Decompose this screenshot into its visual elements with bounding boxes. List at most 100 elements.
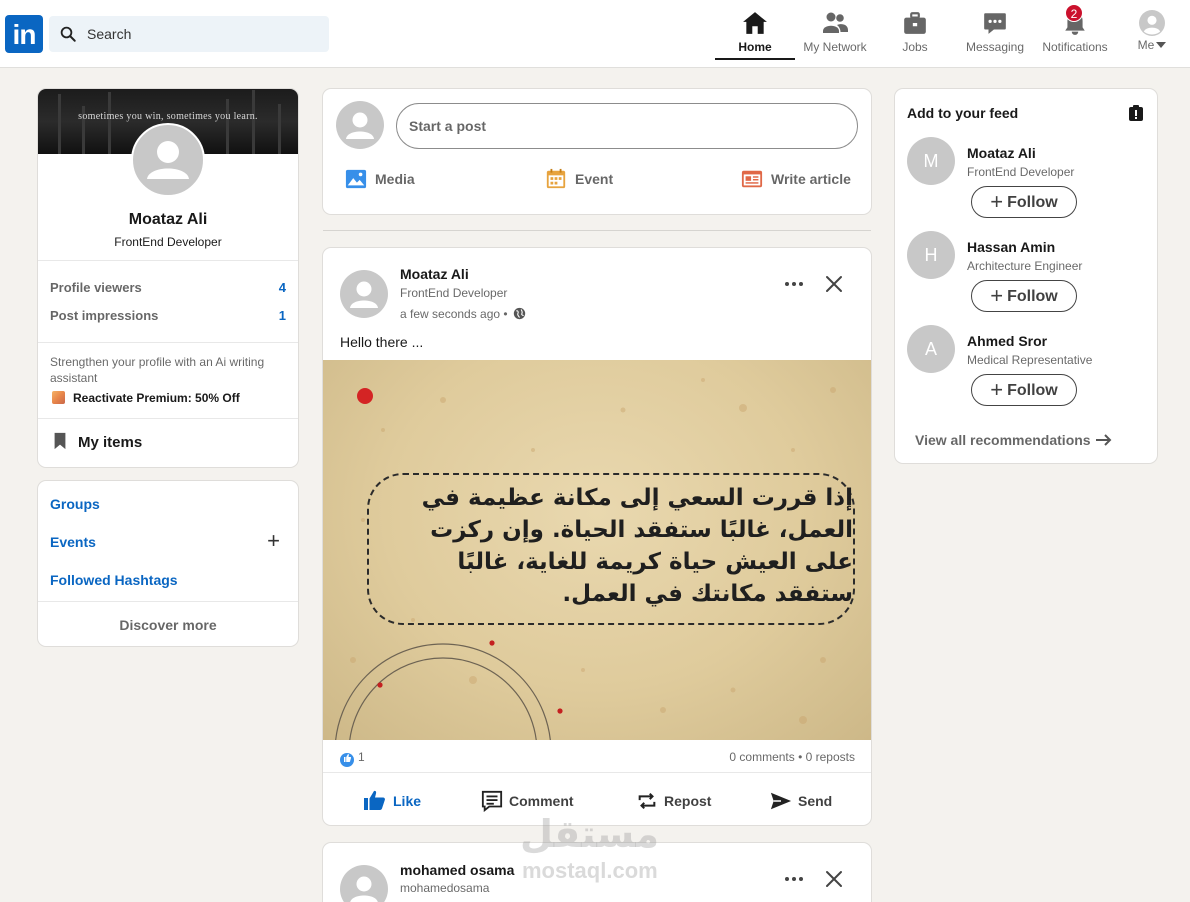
send-button[interactable]: Send [770,788,832,814]
watermark-latin: mostaql.com [522,858,658,883]
discover-more-button[interactable]: Discover more [38,617,298,633]
media-label: Media [375,171,415,187]
recommendation-name[interactable]: Hassan Amin [967,239,1055,255]
divider [38,260,298,261]
comment-button[interactable]: Comment [481,788,574,814]
search-box[interactable] [49,16,329,52]
like-button[interactable]: Like [363,788,421,814]
event-label: Event [575,171,614,187]
recommendation-avatar[interactable]: H [907,231,955,279]
notifications-badge: 2 [1065,4,1083,22]
image-icon [345,169,367,189]
nav-home-label: Home [738,40,772,54]
post-author-avatar[interactable] [340,270,388,318]
nav-jobs[interactable]: Jobs [875,10,955,60]
more-options-button[interactable] [778,863,810,895]
premium-icon [52,391,65,404]
nav-messaging-label: Messaging [965,40,1025,54]
plus-icon: + [990,377,1004,402]
composer-avatar[interactable] [336,101,384,149]
groups-card: Groups Events + Followed Hashtags Discov… [38,481,298,646]
my-items-link[interactable]: My items [52,432,142,451]
linkedin-logo[interactable]: in [5,15,43,53]
dismiss-post-button[interactable] [818,863,850,895]
follow-button[interactable]: + Follow [971,280,1077,312]
nav-my-network-label: My Network [803,40,867,54]
send-label: Send [798,793,833,809]
post-author-avatar[interactable] [340,865,388,902]
divider [38,342,298,343]
nav-my-network[interactable]: My Network [795,10,875,60]
repost-button[interactable]: Repost [636,788,711,814]
profile-name[interactable]: Moataz Ali [38,211,298,229]
post-author-title: mohamedosama [400,881,490,895]
stat-value: 4 [278,280,286,295]
post-author-title: FrontEnd Developer [400,286,508,300]
person-icon [346,112,374,139]
start-post-input[interactable]: Start a post [396,103,858,149]
feed-divider [323,230,871,231]
recommendation-name[interactable]: Ahmed Sror [967,333,1047,349]
recommendation-name[interactable]: Moataz Ali [967,145,1036,161]
profile-card: sometimes you win, sometimes you learn. … [38,89,298,467]
stat-profile-viewers[interactable]: Profile viewers 4 [50,280,286,295]
nav-messaging[interactable]: Messaging [955,10,1035,60]
reaction-count[interactable]: 1 [340,750,365,767]
follow-button[interactable]: + Follow [971,186,1077,218]
nav-me[interactable]: Me [1122,10,1182,60]
like-reaction-icon [340,753,354,767]
watermark-arabic: مستقل [520,812,659,856]
my-items-label: My items [78,434,143,451]
post-author-name[interactable]: mohamed osama [400,862,514,878]
calendar-icon [546,168,566,189]
comments-reposts-count[interactable]: 0 comments • 0 reposts [729,750,855,764]
divider [38,601,298,602]
post-body-text: Hello there ... [340,334,424,350]
recommendation-avatar[interactable]: M [907,137,955,185]
briefcase-icon [904,12,926,34]
info-icon[interactable] [1129,105,1143,121]
profile-avatar[interactable] [131,123,205,197]
person-icon [147,141,189,179]
post-time-text: a few seconds ago • [400,307,508,321]
plus-icon: + [990,283,1004,308]
repost-icon [638,792,656,810]
nav-home[interactable]: Home [715,10,795,60]
close-icon [826,276,842,292]
view-all-recommendations-link[interactable]: View all recommendations [915,431,1113,449]
write-article-button[interactable]: Write article [741,167,851,191]
post-image[interactable]: إذا قررت السعي إلى مكانة عظيمة في العمل،… [323,360,871,740]
premium-link[interactable]: Reactivate Premium: 50% Off [52,391,240,405]
recommendation-avatar[interactable]: A [907,325,955,373]
person-icon [350,281,378,308]
nav-me-label: Me [1137,38,1155,52]
post-author-name[interactable]: Moataz Ali [400,266,469,282]
cover-text: sometimes you win, sometimes you learn. [78,111,258,122]
quote-text: إذا قررت السعي إلى مكانة عظيمة في العمل،… [421,485,853,607]
add-event-plus-icon[interactable]: + [267,530,280,552]
composer-card: Start a post Media Event Write article [323,89,871,214]
recommendation-title: Architecture Engineer [967,259,1083,273]
dismiss-post-button[interactable] [818,268,850,300]
add-to-feed-title: Add to your feed [907,105,1019,121]
home-icon [743,12,767,34]
followed-hashtags-link[interactable]: Followed Hashtags [50,572,178,588]
messaging-icon [984,13,1006,34]
write-article-label: Write article [771,171,851,187]
arrow-right-icon [1095,434,1112,446]
avatar-icon [1139,10,1165,36]
events-link[interactable]: Events [50,534,96,550]
stat-label: Profile viewers [50,280,142,295]
media-button[interactable]: Media [345,167,415,191]
search-input[interactable] [87,16,317,52]
divider [323,772,871,773]
nav-notifications[interactable]: 2 Notifications [1035,4,1115,60]
follow-button[interactable]: + Follow [971,374,1077,406]
person-icon [350,876,378,902]
stat-post-impressions[interactable]: Post impressions 1 [50,308,286,323]
more-options-button[interactable] [778,268,810,300]
groups-link[interactable]: Groups [50,496,100,512]
more-horizontal-icon [785,282,803,286]
like-count: 1 [358,750,365,764]
event-button[interactable]: Event [545,167,613,191]
